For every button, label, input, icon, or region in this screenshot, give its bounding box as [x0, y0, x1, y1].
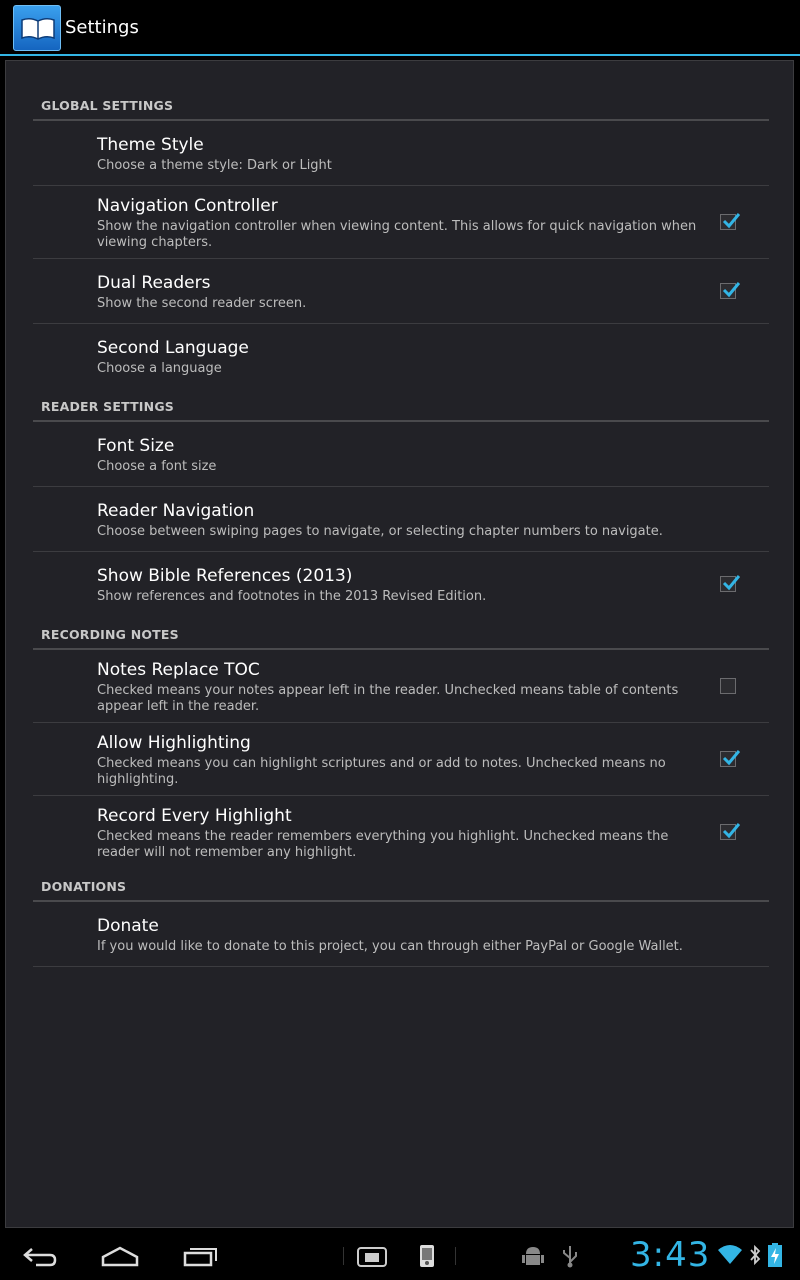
pref-show-bible-references[interactable]: Show Bible References (2013) Show refere… [33, 552, 769, 616]
pref-theme-style[interactable]: Theme Style Choose a theme style: Dark o… [33, 121, 769, 185]
dual-readers-checkbox[interactable] [720, 282, 740, 299]
battery-charging-icon[interactable] [767, 1242, 783, 1268]
pref-summary: Choose a language [97, 361, 222, 376]
pref-title: Second Language [97, 338, 249, 358]
pref-summary: Show the navigation controller when view… [97, 219, 697, 250]
divider [455, 1247, 456, 1265]
record-every-highlight-checkbox[interactable] [720, 823, 740, 840]
category-global-settings: GLOBAL SETTINGS [41, 98, 174, 113]
status-clock[interactable]: 3:43 [630, 1235, 710, 1275]
pref-record-every-highlight[interactable]: Record Every Highlight Checked means the… [33, 796, 769, 868]
pref-summary: Checked means you can highlight scriptur… [97, 756, 666, 787]
pref-title: Notes Replace TOC [97, 660, 260, 680]
pref-title: Allow Highlighting [97, 733, 251, 753]
pref-title: Dual Readers [97, 273, 211, 293]
pref-summary: Checked means the reader remembers every… [97, 829, 669, 860]
pref-summary: If you would like to donate to this proj… [97, 939, 683, 954]
pref-allow-highlighting[interactable]: Allow Highlighting Checked means you can… [33, 723, 769, 795]
category-donations: DONATIONS [41, 879, 127, 894]
pref-donate[interactable]: Donate If you would like to donate to th… [33, 902, 769, 966]
pref-second-language[interactable]: Second Language Choose a language [33, 324, 769, 388]
home-icon[interactable] [101, 1245, 139, 1267]
pref-navigation-controller[interactable]: Navigation Controller Show the navigatio… [33, 186, 769, 258]
category-reader-settings: READER SETTINGS [41, 399, 174, 414]
pref-title: Navigation Controller [97, 196, 278, 216]
recent-apps-icon[interactable] [183, 1245, 219, 1267]
pref-title: Show Bible References (2013) [97, 566, 353, 586]
back-icon[interactable] [22, 1246, 58, 1268]
screenshot-icon[interactable] [357, 1246, 387, 1268]
pref-summary: Show references and footnotes in the 201… [97, 589, 487, 604]
book-icon[interactable] [13, 5, 61, 51]
navigation-controller-checkbox[interactable] [720, 213, 740, 230]
allow-highlighting-checkbox[interactable] [720, 750, 740, 767]
pref-title: Donate [97, 916, 159, 936]
pref-summary: Choose a theme style: Dark or Light [97, 158, 332, 173]
divider [343, 1247, 344, 1265]
pref-dual-readers[interactable]: Dual Readers Show the second reader scre… [33, 259, 769, 323]
page-title: Settings [65, 17, 139, 38]
pref-title: Reader Navigation [97, 501, 255, 521]
wifi-icon[interactable] [717, 1244, 743, 1266]
pref-title: Theme Style [97, 135, 204, 155]
pref-summary: Choose a font size [97, 459, 217, 474]
bluetooth-icon[interactable] [749, 1244, 761, 1266]
notification-app-icon [420, 1245, 434, 1267]
pref-summary: Checked means your notes appear left in … [97, 683, 679, 714]
divider [33, 966, 769, 967]
pref-notes-replace-toc[interactable]: Notes Replace TOC Checked means your not… [33, 650, 769, 722]
pref-title: Font Size [97, 436, 175, 456]
usb-icon [563, 1246, 577, 1268]
notes-replace-toc-checkbox[interactable] [720, 678, 736, 694]
pref-summary: Choose between swiping pages to navigate… [97, 524, 663, 539]
category-recording-notes: RECORDING NOTES [41, 627, 179, 642]
pref-summary: Show the second reader screen. [97, 296, 307, 311]
pref-title: Record Every Highlight [97, 806, 292, 826]
android-debug-icon [522, 1247, 544, 1265]
settings-list: GLOBAL SETTINGS Theme Style Choose a the… [5, 60, 794, 1228]
pref-font-size[interactable]: Font Size Choose a font size [33, 422, 769, 486]
system-nav-bar: 3:43 [0, 1232, 800, 1280]
action-bar: Settings [0, 0, 800, 56]
pref-reader-navigation[interactable]: Reader Navigation Choose between swiping… [33, 487, 769, 551]
show-bible-references-checkbox[interactable] [720, 575, 740, 592]
